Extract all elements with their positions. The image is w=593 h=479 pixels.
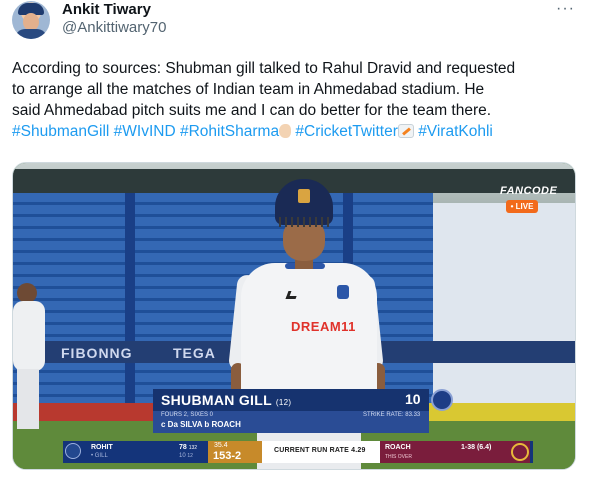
- boundaries: FOURS 2, SIXES 0: [161, 412, 214, 418]
- bowler-figures: 1-38 (6.4): [461, 444, 492, 451]
- india-logo-icon: [65, 443, 81, 459]
- hashtag-crickettwitter[interactable]: #CricketTwitter: [295, 123, 398, 140]
- hand-emoji-icon: [279, 124, 292, 138]
- batter2-name: • GILL: [91, 453, 108, 459]
- live-badge: • LIVE: [506, 200, 538, 213]
- more-options-icon[interactable]: ···: [556, 0, 575, 18]
- strike-rate: STRIKE RATE: 83.33: [363, 412, 421, 418]
- batter1-score: 78 132: [179, 444, 198, 451]
- team-score: 153-2: [213, 450, 242, 462]
- batter-name: SHUBMAN GILL (12): [161, 392, 292, 408]
- hashtag-wivind[interactable]: #WIvIND: [114, 123, 176, 140]
- tweet-text: According to sources: Shubman gill talke…: [12, 58, 584, 142]
- bcci-logo-icon: [431, 389, 453, 411]
- ad-board-text: FIBONNG: [61, 345, 133, 361]
- author-name[interactable]: Ankit Tiwary: [62, 1, 151, 18]
- tweet-line-3: said Ahmedabad pitch suits me and I can …: [12, 102, 492, 119]
- jersey-sponsor: DREAM11: [291, 319, 356, 334]
- ad-board-text: TEGA: [173, 345, 216, 361]
- this-over-label: THIS OVER: [385, 454, 412, 460]
- west-indies-logo-icon: [511, 443, 529, 461]
- bcci-crest-icon: [337, 285, 349, 299]
- tweet-line-1: According to sources: Shubman gill talke…: [12, 60, 516, 77]
- tweet-line-2: to arrange all the matches of Indian tea…: [12, 81, 485, 98]
- cricket-emoji-icon: [397, 124, 414, 138]
- stadium-stand-white: [433, 203, 575, 433]
- batter2-score: 10 12: [179, 453, 193, 459]
- current-run-rate: CURRENT RUN RATE 4.29: [274, 447, 366, 454]
- bowler-name: ROACH: [385, 444, 411, 451]
- helmet-grill: [279, 217, 331, 227]
- author-handle[interactable]: @Ankittiwary70: [62, 19, 166, 36]
- avatar-body: [15, 29, 47, 39]
- background-player: [13, 283, 47, 433]
- overs: 35.4: [214, 442, 228, 449]
- hashtag-viratkohli[interactable]: #ViratKohli: [418, 123, 493, 140]
- hashtag-rohitsharma[interactable]: #RohitSharma: [180, 123, 279, 140]
- helmet-badge-icon: [298, 189, 310, 203]
- tweet-media-image[interactable]: FIBONNG TEGA DREAM11 FANCODE • LIVE SHUB…: [12, 162, 576, 470]
- hashtag-shubmangill[interactable]: #ShubmanGill: [12, 123, 109, 140]
- hashtag-line: #ShubmanGill #WIvIND #RohitSharma #Crick…: [12, 121, 584, 142]
- batter-balls: (12): [275, 398, 292, 407]
- channel-logo: FANCODE: [500, 185, 558, 197]
- batter-runs: 10: [405, 391, 421, 407]
- dismissal: c Da SILVA b ROACH: [161, 420, 241, 429]
- batter1-name: ROHIT: [91, 444, 113, 451]
- avatar[interactable]: [12, 1, 50, 39]
